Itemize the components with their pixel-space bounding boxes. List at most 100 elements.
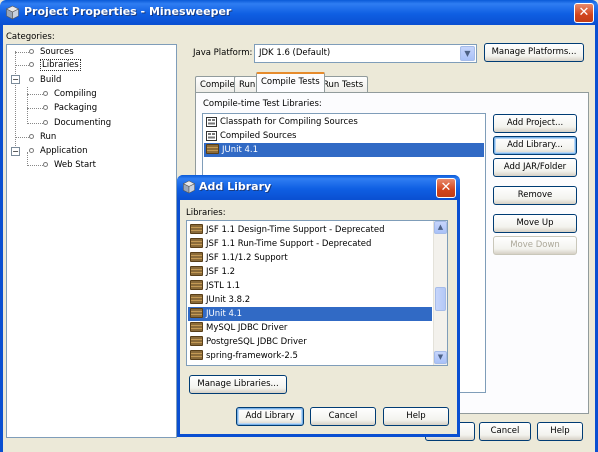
dialog-help-button[interactable]: Help xyxy=(383,407,449,426)
dialog-title: Add Library xyxy=(199,180,272,193)
list-item-label: Compiled Sources xyxy=(220,131,297,141)
category-run[interactable]: Run xyxy=(29,131,56,143)
list-item[interactable]: Classpath for Compiling Sources xyxy=(204,115,484,129)
category-label: Documenting xyxy=(54,118,112,128)
list-item[interactable]: JSTL 1.1 xyxy=(188,279,432,293)
category-label: Web Start xyxy=(54,160,96,170)
list-item-label: PostgreSQL JDBC Driver xyxy=(206,337,307,347)
node-icon xyxy=(43,91,48,96)
jar-icon xyxy=(190,294,203,304)
list-item[interactable]: JSF 1.1 Run-Time Support - Deprecated xyxy=(188,237,432,251)
list-item-label: JUnit 4.1 xyxy=(222,145,259,155)
list-item-label: JSTL 1.1 xyxy=(206,281,241,291)
list-item[interactable]: Compiled Sources xyxy=(204,129,484,143)
jar-icon xyxy=(190,280,203,290)
remove-button[interactable]: Remove xyxy=(493,186,577,205)
window-close-button[interactable]: ✕ xyxy=(574,3,594,23)
node-icon xyxy=(43,105,48,110)
category-label: Compiling xyxy=(54,89,97,99)
category-label: Sources xyxy=(40,47,74,57)
help-button[interactable]: Help xyxy=(537,422,583,441)
node-icon xyxy=(43,120,48,125)
category-packaging[interactable]: Packaging xyxy=(43,102,97,114)
list-item-label: MySQL JDBC Driver xyxy=(206,323,288,333)
jar-icon xyxy=(190,322,203,332)
window-title: Project Properties - Minesweeper xyxy=(24,5,232,18)
list-item-label: JUnit 3.8.2 xyxy=(206,295,251,305)
node-icon xyxy=(43,162,48,167)
node-icon xyxy=(29,134,34,139)
test-libraries-label: Compile-time Test Libraries: xyxy=(203,99,322,109)
tab-run-tests[interactable]: Run Tests xyxy=(318,76,369,93)
node-icon xyxy=(29,62,34,67)
build-expand-toggle[interactable]: − xyxy=(11,75,20,84)
dialog-titlebar[interactable]: Add Library ✕ xyxy=(177,175,460,200)
list-item[interactable]: JUnit 3.8.2 xyxy=(188,293,432,307)
dialog-cancel-button[interactable]: Cancel xyxy=(310,407,376,426)
dialog-body: Libraries: JSF 1.1 Design-Time Support -… xyxy=(180,200,457,434)
category-compiling[interactable]: Compiling xyxy=(43,88,97,100)
window-frame-left xyxy=(0,25,3,452)
category-label: Application xyxy=(40,146,88,156)
jar-icon xyxy=(190,350,203,360)
list-item[interactable]: spring-framework-2.5 xyxy=(188,349,432,363)
categories-label: Categories: xyxy=(6,32,55,42)
add-library-confirm-button[interactable]: Add Library xyxy=(236,407,304,426)
add-project-button[interactable]: Add Project... xyxy=(493,114,577,133)
add-library-button[interactable]: Add Library... xyxy=(493,136,577,155)
scroll-down-icon[interactable]: ▼ xyxy=(434,351,447,364)
app-icon xyxy=(182,180,196,194)
window-titlebar[interactable]: Project Properties - Minesweeper ✕ xyxy=(0,0,598,25)
list-item-label: Classpath for Compiling Sources xyxy=(220,117,358,127)
list-item-label: JSF 1.1 Design-Time Support - Deprecated xyxy=(206,225,385,235)
category-application[interactable]: Application xyxy=(29,145,88,157)
category-label: Packaging xyxy=(54,103,98,113)
manage-libraries-button[interactable]: Manage Libraries... xyxy=(189,375,287,394)
move-up-button[interactable]: Move Up xyxy=(493,214,577,233)
list-item[interactable]: JSF 1.1 Design-Time Support - Deprecated xyxy=(188,223,432,237)
category-web-start[interactable]: Web Start xyxy=(43,159,96,171)
move-down-button[interactable]: Move Down xyxy=(493,236,577,255)
list-item[interactable]: JSF 1.2 xyxy=(188,265,432,279)
category-documenting[interactable]: Documenting xyxy=(43,117,111,129)
jar-icon xyxy=(190,266,203,276)
jar-icon xyxy=(206,144,219,154)
list-item-label: JSF 1.1/1.2 Support xyxy=(206,253,288,263)
list-item[interactable]: PostgreSQL JDBC Driver xyxy=(188,335,432,349)
list-item-label: spring-framework-2.5 xyxy=(206,351,298,361)
category-sources[interactable]: Sources xyxy=(29,46,74,58)
add-library-dialog: Add Library ✕ Libraries: JSF 1.1 Design-… xyxy=(177,175,460,437)
categories-tree[interactable]: − − Sources Libraries Build Compiling Pa… xyxy=(6,44,177,438)
java-platform-select[interactable]: JDK 1.6 (Default) ▼ xyxy=(254,44,477,63)
scroll-up-icon[interactable]: ▲ xyxy=(434,221,447,234)
node-icon xyxy=(29,77,34,82)
list-item-selected[interactable]: JUnit 4.1 xyxy=(188,307,432,321)
jar-icon xyxy=(190,336,203,346)
list-item-selected[interactable]: JUnit 4.1 xyxy=(204,143,484,157)
category-label: Build xyxy=(40,75,62,85)
library-folder-icon xyxy=(206,116,217,127)
application-expand-toggle[interactable]: − xyxy=(11,147,20,156)
list-item[interactable]: MySQL JDBC Driver xyxy=(188,321,432,335)
java-platform-value: JDK 1.6 (Default) xyxy=(259,48,331,58)
manage-platforms-button[interactable]: Manage Platforms... xyxy=(484,43,584,62)
dialog-close-button[interactable]: ✕ xyxy=(436,178,456,198)
app-icon xyxy=(5,5,20,20)
tab-compile-tests[interactable]: Compile Tests xyxy=(256,72,325,92)
java-platform-label: Java Platform: xyxy=(193,48,253,58)
category-libraries[interactable]: Libraries xyxy=(29,59,81,71)
jar-icon xyxy=(190,308,203,318)
libraries-list[interactable]: JSF 1.1 Design-Time Support - Deprecated… xyxy=(186,220,448,366)
list-item-label: JSF 1.2 xyxy=(206,267,236,277)
chevron-down-icon[interactable]: ▼ xyxy=(460,46,475,61)
jar-icon xyxy=(190,238,203,248)
list-item[interactable]: JSF 1.1/1.2 Support xyxy=(188,251,432,265)
libraries-label: Libraries: xyxy=(186,208,226,218)
project-properties-window: Project Properties - Minesweeper ✕ Categ… xyxy=(0,0,598,452)
libraries-scrollbar[interactable]: ▲ ▼ xyxy=(433,221,447,365)
category-build[interactable]: Build xyxy=(29,74,61,86)
node-icon xyxy=(29,148,34,153)
cancel-button[interactable]: Cancel xyxy=(479,422,531,441)
scrollbar-thumb[interactable] xyxy=(435,287,446,311)
add-jar-folder-button[interactable]: Add JAR/Folder xyxy=(493,158,577,177)
